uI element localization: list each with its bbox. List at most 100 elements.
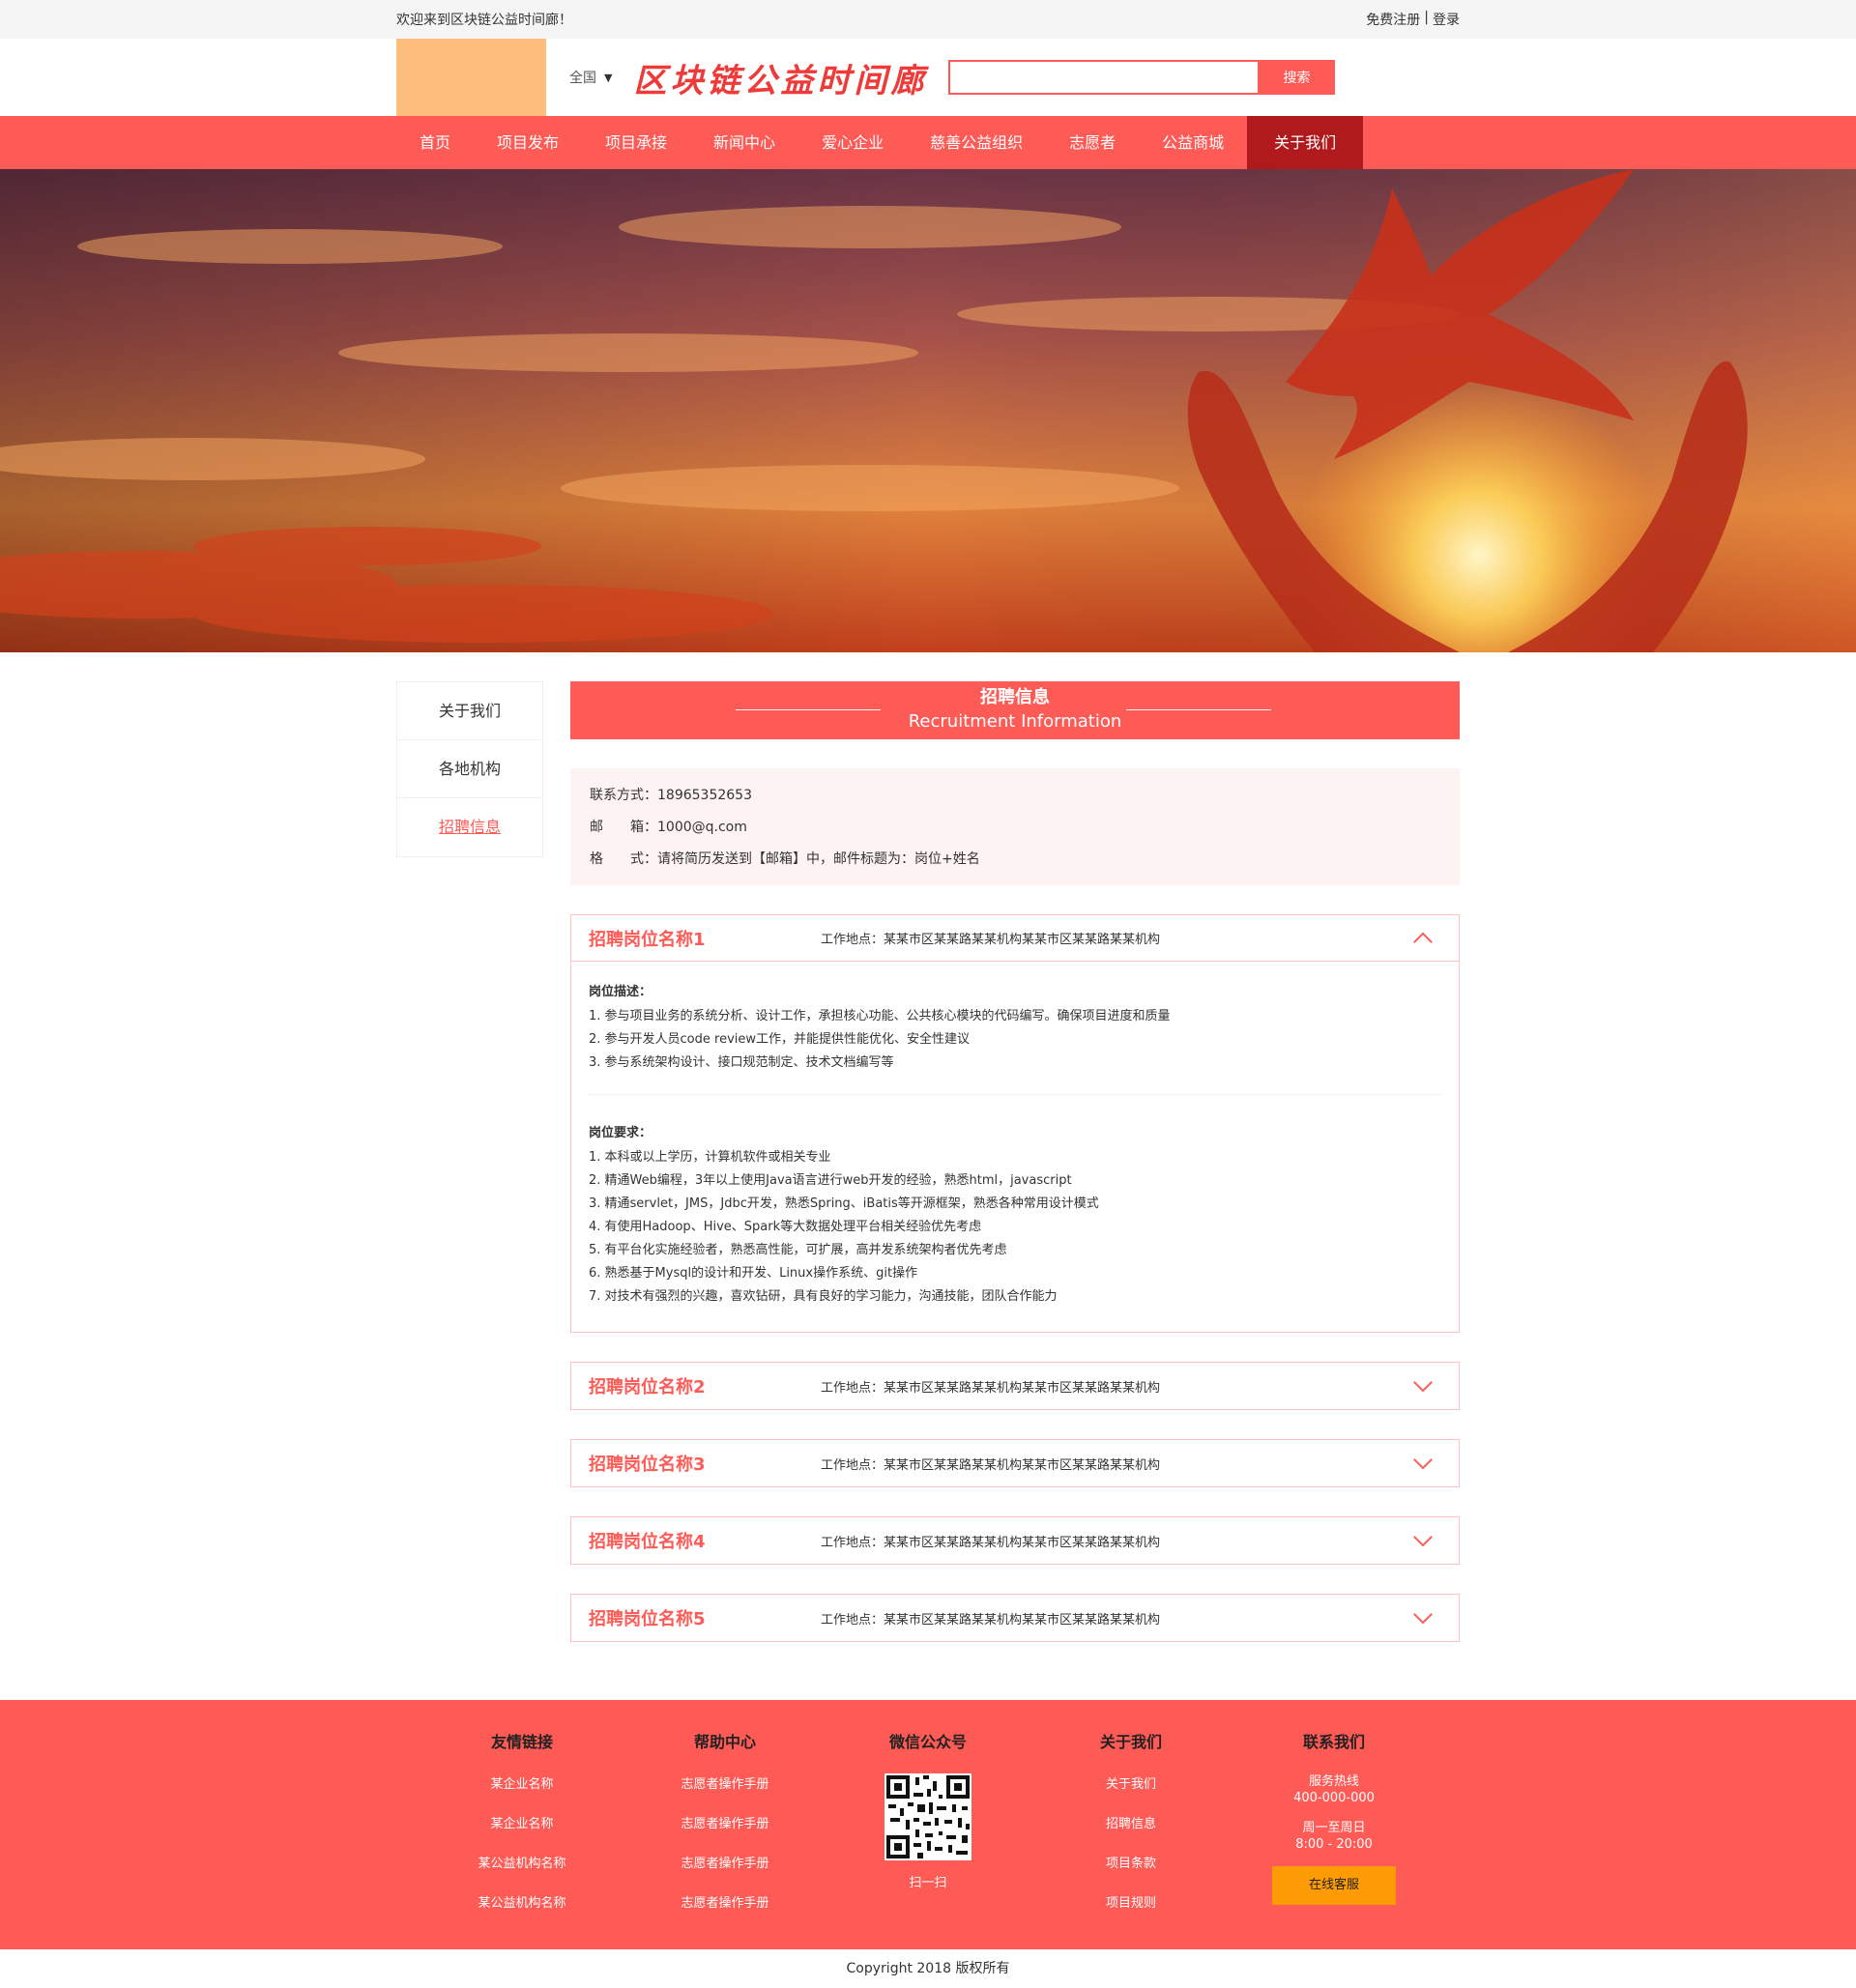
job-header[interactable]: 招聘岗位名称5 工作地点：某某市区某某路某某机构某某市区某某路某某机构 — [571, 1595, 1459, 1641]
footer-about-column: 关于我们 关于我们 招聘信息 项目条款 项目规则 — [1044, 1729, 1218, 1932]
job-description-heading: 岗位描述： — [589, 985, 652, 999]
sidebar-item-about[interactable]: 关于我们 — [397, 682, 542, 740]
hours-value: 8:00 - 20:00 — [1295, 1837, 1373, 1852]
header: 全国 ▼ 区块链公益时间廊 搜索 — [0, 39, 1856, 116]
auth-divider: | — [1424, 10, 1429, 25]
nav-item-news[interactable]: 新闻中心 — [690, 116, 798, 169]
job-requirement-item: 2. 精通Web编程，3年以上使用Java语言进行web开发的经验，熟悉html… — [589, 1173, 1072, 1188]
footer-about-link[interactable]: 项目条款 — [1044, 1853, 1218, 1892]
chevron-down-icon[interactable] — [1413, 1372, 1433, 1393]
footer-link[interactable]: 某企业名称 — [435, 1813, 609, 1853]
footer-help-link[interactable]: 志愿者操作手册 — [638, 1773, 812, 1813]
job-item: 招聘岗位名称5 工作地点：某某市区某某路某某机构某某市区某某路某某机构 — [570, 1594, 1460, 1642]
footer-contact-title: 联系我们 — [1302, 1733, 1365, 1751]
divider — [589, 1094, 1441, 1095]
chevron-down-icon[interactable] — [1413, 1527, 1433, 1547]
chevron-down-icon[interactable] — [1413, 1450, 1433, 1470]
job-details: 岗位描述： 1. 参与项目业务的系统分析、设计工作，承担核心功能、公共核心模块的… — [571, 962, 1459, 1332]
footer-help-link[interactable]: 志愿者操作手册 — [638, 1853, 812, 1892]
footer-about-link[interactable]: 招聘信息 — [1044, 1813, 1218, 1853]
job-header[interactable]: 招聘岗位名称4 工作地点：某某市区某某路某某机构某某市区某某路某某机构 — [571, 1517, 1459, 1564]
job-description-item: 1. 参与项目业务的系统分析、设计工作，承担核心功能、公共核心模块的代码编写。确… — [589, 1009, 1171, 1023]
logo[interactable] — [396, 39, 546, 116]
job-description-item: 2. 参与开发人员code review工作，并能提供性能优化、安全性建议 — [589, 1032, 971, 1047]
main-nav: 首页 项目发布 项目承接 新闻中心 爱心企业 慈善公益组织 志愿者 公益商城 关… — [0, 116, 1856, 169]
footer-link[interactable]: 某公益机构名称 — [435, 1853, 609, 1892]
format-value: 请将简历发送到【邮箱】中，邮件标题为：岗位+姓名 — [657, 851, 980, 867]
job-header[interactable]: 招聘岗位名称3 工作地点：某某市区某某路某某机构某某市区某某路某某机构 — [571, 1440, 1459, 1486]
login-link[interactable]: 登录 — [1433, 10, 1460, 29]
email-value: 1000@q.com — [657, 820, 747, 835]
phone-label: 联系方式： — [590, 788, 657, 803]
nav-item-charities[interactable]: 慈善公益组织 — [907, 116, 1046, 169]
footer-help-title: 帮助中心 — [693, 1733, 756, 1751]
search-button[interactable]: 搜索 — [1258, 60, 1336, 95]
job-title: 招聘岗位名称4 — [589, 1532, 706, 1552]
footer-about-title: 关于我们 — [1099, 1733, 1162, 1751]
email-label: 邮 箱： — [590, 820, 657, 835]
contact-format-row: 格 式： 请将简历发送到【邮箱】中，邮件标题为：岗位+姓名 — [590, 844, 1440, 876]
footer-wechat-title: 微信公众号 — [888, 1733, 967, 1751]
footer-contact-column: 联系我们 服务热线 400-000-000 周一至周日 8:00 - 20:00… — [1247, 1729, 1421, 1932]
hotline-block: 服务热线 400-000-000 — [1247, 1773, 1421, 1806]
job-title: 招聘岗位名称1 — [589, 929, 706, 950]
nav-item-companies[interactable]: 爱心企业 — [798, 116, 907, 169]
register-link[interactable]: 免费注册 — [1366, 10, 1420, 29]
search-bar: 搜索 — [948, 60, 1336, 95]
section-subtitle: Recruitment Information — [908, 711, 1122, 732]
job-requirement-item: 1. 本科或以上学历，计算机软件或相关专业 — [589, 1150, 831, 1165]
nav-item-publish[interactable]: 项目发布 — [474, 116, 582, 169]
job-location: 工作地点：某某市区某某路某某机构某某市区某某路某某机构 — [821, 1612, 1161, 1628]
site-brand-title: 区块链公益时间廊 — [633, 61, 928, 101]
footer-link[interactable]: 某企业名称 — [435, 1773, 609, 1813]
region-select[interactable]: 全国 ▼ — [569, 68, 612, 87]
job-item: 招聘岗位名称4 工作地点：某某市区某某路某某机构某某市区某某路某某机构 — [570, 1516, 1460, 1565]
nav-item-undertake[interactable]: 项目承接 — [582, 116, 690, 169]
job-description-item: 3. 参与系统架构设计、接口规范制定、技术文档编写等 — [589, 1055, 894, 1070]
title-left-rule — [736, 709, 881, 710]
nav-item-home[interactable]: 首页 — [396, 116, 474, 169]
online-service-button[interactable]: 在线客服 — [1272, 1866, 1396, 1905]
auth-links: 免费注册 | 登录 — [1366, 10, 1460, 29]
search-input[interactable] — [948, 60, 1259, 95]
sidebar-item-branches[interactable]: 各地机构 — [397, 740, 542, 798]
chevron-up-icon[interactable] — [1413, 932, 1433, 951]
footer: 友情链接 某企业名称 某企业名称 某公益机构名称 某公益机构名称 帮助中心 志愿… — [0, 1700, 1856, 1949]
job-title: 招聘岗位名称3 — [589, 1455, 706, 1475]
footer-help-link[interactable]: 志愿者操作手册 — [638, 1813, 812, 1853]
job-requirement-item: 6. 熟悉基于Mysql的设计和开发、Linux操作系统、git操作 — [589, 1266, 918, 1281]
recruitment-content: 招聘信息 Recruitment Information 联系方式： 18965… — [570, 681, 1460, 1642]
job-item: 招聘岗位名称3 工作地点：某某市区某某路某某机构某某市区某某路某某机构 — [570, 1439, 1460, 1487]
copyright: Copyright 2018 版权所有 — [846, 1961, 1010, 1976]
caret-down-icon: ▼ — [604, 71, 613, 84]
job-header[interactable]: 招聘岗位名称1 工作地点：某某市区某某路某某机构某某市区某某路某某机构 — [571, 915, 1459, 962]
job-requirement-item: 3. 精通servlet，JMS，Jdbc开发，熟悉Spring、iBatis等… — [589, 1196, 1099, 1211]
footer-links-title: 友情链接 — [490, 1733, 553, 1751]
job-location: 工作地点：某某市区某某路某某机构某某市区某某路某某机构 — [821, 1535, 1161, 1550]
contact-phone-row: 联系方式： 18965352653 — [590, 780, 1440, 812]
job-header[interactable]: 招聘岗位名称2 工作地点：某某市区某某路某某机构某某市区某某路某某机构 — [571, 1363, 1459, 1409]
footer-wechat-column: 微信公众号 扫一扫 — [841, 1729, 1015, 1932]
footer-links-column: 友情链接 某企业名称 某企业名称 某公益机构名称 某公益机构名称 — [435, 1729, 609, 1932]
section-title: 招聘信息 — [980, 687, 1050, 707]
nav-item-about[interactable]: 关于我们 — [1247, 116, 1364, 169]
footer-about-link[interactable]: 关于我们 — [1044, 1773, 1218, 1813]
banner-image — [0, 169, 1856, 652]
nav-item-volunteers[interactable]: 志愿者 — [1046, 116, 1139, 169]
sidebar-item-recruitment[interactable]: 招聘信息 — [397, 798, 542, 856]
hours-label: 周一至周日 — [1302, 1821, 1366, 1835]
footer-link[interactable]: 某公益机构名称 — [435, 1892, 609, 1932]
job-requirement-item: 4. 有使用Hadoop、Hive、Spark等大数据处理平台相关经验优先考虑 — [589, 1220, 982, 1234]
job-requirements-heading: 岗位要求： — [589, 1126, 652, 1140]
main-content: 关于我们 各地机构 招聘信息 招聘信息 Recruitment Informat… — [396, 652, 1460, 1642]
footer-help-link[interactable]: 志愿者操作手册 — [638, 1892, 812, 1932]
nav-item-mall[interactable]: 公益商城 — [1139, 116, 1247, 169]
chevron-down-icon[interactable] — [1413, 1604, 1433, 1625]
title-right-rule — [1126, 709, 1271, 710]
job-title: 招聘岗位名称5 — [589, 1609, 706, 1629]
job-requirement-item: 7. 对技术有强烈的兴趣，喜欢钻研，具有良好的学习能力，沟通技能，团队合作能力 — [589, 1289, 1058, 1304]
job-location: 工作地点：某某市区某某路某某机构某某市区某某路某某机构 — [821, 1380, 1161, 1396]
format-label: 格 式： — [590, 851, 657, 867]
job-item: 招聘岗位名称1 工作地点：某某市区某某路某某机构某某市区某某路某某机构 岗位描述… — [570, 914, 1460, 1333]
footer-about-link[interactable]: 项目规则 — [1044, 1892, 1218, 1932]
